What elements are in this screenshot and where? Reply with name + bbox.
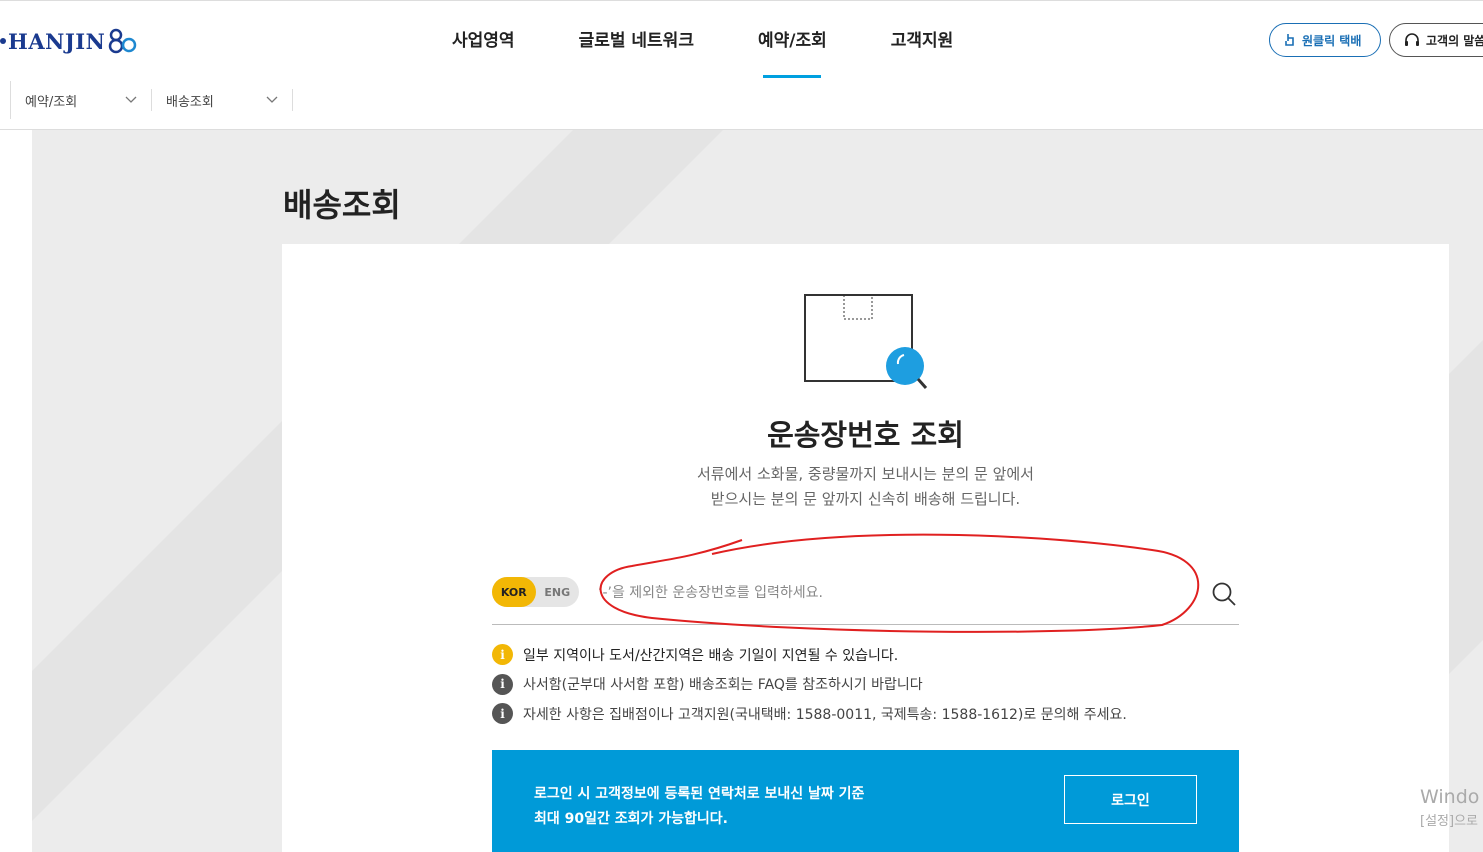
chevron-down-icon [266, 96, 278, 103]
hanjin-logo[interactable]: HANJIN [0, 26, 137, 56]
headset-icon [1405, 33, 1419, 46]
top-border [0, 0, 1483, 1]
windows-activation-watermark: Windo [설정]으로 [1420, 786, 1479, 829]
chevron-down-icon [125, 96, 137, 103]
search-icon [1212, 582, 1236, 606]
notice-text: 자세한 사항은 집배점이나 고객지원(국내택배: 1588-0011, 국제특송… [523, 706, 1127, 723]
notice-list: i 일부 지역이나 도서/산간지역은 배송 기일이 지연될 수 있습니다. i … [492, 640, 1127, 729]
watermark-line1: Windo [1420, 786, 1480, 808]
tracking-description: 서류에서 소화물, 중량물까지 보내시는 분의 문 앞에서 받으시는 분의 문 … [282, 462, 1449, 512]
customer-voice-button[interactable]: 고객의 말씀 [1389, 23, 1483, 57]
sub-navigation: 예약/조회 배송조회 [0, 80, 293, 120]
tracking-card: 운송장번호 조회 서류에서 소화물, 중량물까지 보내시는 분의 문 앞에서 받… [282, 244, 1449, 852]
nav-business[interactable]: 사업영역 [420, 26, 547, 78]
tracking-desc-line1: 서류에서 소화물, 중량물까지 보내시는 분의 문 앞에서 [697, 465, 1034, 483]
global-nav: 사업영역 글로벌 네트워크 예약/조회 고객지원 [420, 26, 985, 78]
watermark-line2: [설정]으로 [1420, 814, 1478, 829]
subnav-home-edge[interactable] [0, 81, 11, 119]
voice-label: 고객의 말씀 [1426, 33, 1483, 48]
notice-item: i 사서함(군부대 사서함 포함) 배송조회는 FAQ를 참조하시기 바랍니다 [492, 670, 1127, 700]
notice-text: 사서함(군부대 사서함 포함) 배송조회는 FAQ를 참조하시기 바랍니다 [523, 677, 923, 694]
logo-dot [0, 38, 6, 44]
info-icon: i [492, 703, 513, 725]
notice-text: 일부 지역이나 도서/산간지역은 배송 기일이 지연될 수 있습니다. [523, 647, 899, 664]
info-icon: i [492, 673, 513, 695]
oneclick-delivery-button[interactable]: 원클릭 택배 [1269, 23, 1381, 57]
lang-eng-button[interactable]: ENG [536, 577, 580, 607]
subnav-level1-dropdown[interactable]: 예약/조회 [11, 89, 152, 111]
nav-global-network[interactable]: 글로벌 네트워크 [547, 26, 726, 78]
login-panel-line1: 로그인 시 고객정보에 등록된 연락처로 보내신 날짜 기준 [534, 786, 865, 802]
language-toggle: KOR ENG [492, 577, 579, 607]
waybill-number-input[interactable] [598, 579, 1178, 607]
login-panel: 로그인 시 고객정보에 등록된 연락처로 보내신 날짜 기준 최대 90일간 조… [492, 750, 1239, 852]
info-icon: i [492, 644, 513, 666]
lang-kor-button[interactable]: KOR [492, 577, 536, 607]
login-panel-text: 로그인 시 고객정보에 등록된 연락처로 보내신 날짜 기준 최대 90일간 조… [534, 782, 864, 832]
subnav-level2-label: 배송조회 [166, 94, 214, 110]
subnav-level1-label: 예약/조회 [25, 94, 78, 110]
page: HANJIN 사업영역 글로벌 네트워크 예약/조회 고객지원 원클릭 택배 고… [0, 0, 1483, 852]
oneclick-label: 원클릭 택배 [1302, 33, 1362, 48]
notice-item: i 일부 지역이나 도서/산간지역은 배송 기일이 지연될 수 있습니다. [492, 640, 1127, 670]
tracking-desc-line2: 받으시는 분의 문 앞까지 신속히 배송해 드립니다. [710, 490, 1021, 508]
subnav-level2-dropdown[interactable]: 배송조회 [152, 89, 293, 111]
nav-reservation[interactable]: 예약/조회 [726, 26, 859, 78]
login-button[interactable]: 로그인 [1064, 775, 1197, 824]
package-search-icon [804, 294, 928, 389]
tracking-title: 운송장번호 조회 [767, 418, 964, 452]
nav-support[interactable]: 고객지원 [859, 26, 986, 78]
notice-item: i 자세한 사항은 집배점이나 고객지원(국내택배: 1588-0011, 국제… [492, 699, 1127, 729]
logo-80-icon [109, 28, 137, 54]
logo-text: HANJIN [8, 28, 106, 54]
search-button[interactable] [1208, 578, 1240, 610]
hand-pointer-icon [1285, 34, 1294, 46]
search-underline [492, 624, 1239, 625]
page-title: 배송조회 [283, 186, 401, 224]
login-panel-line2: 최대 90일간 조회가 가능합니다. [534, 811, 728, 827]
